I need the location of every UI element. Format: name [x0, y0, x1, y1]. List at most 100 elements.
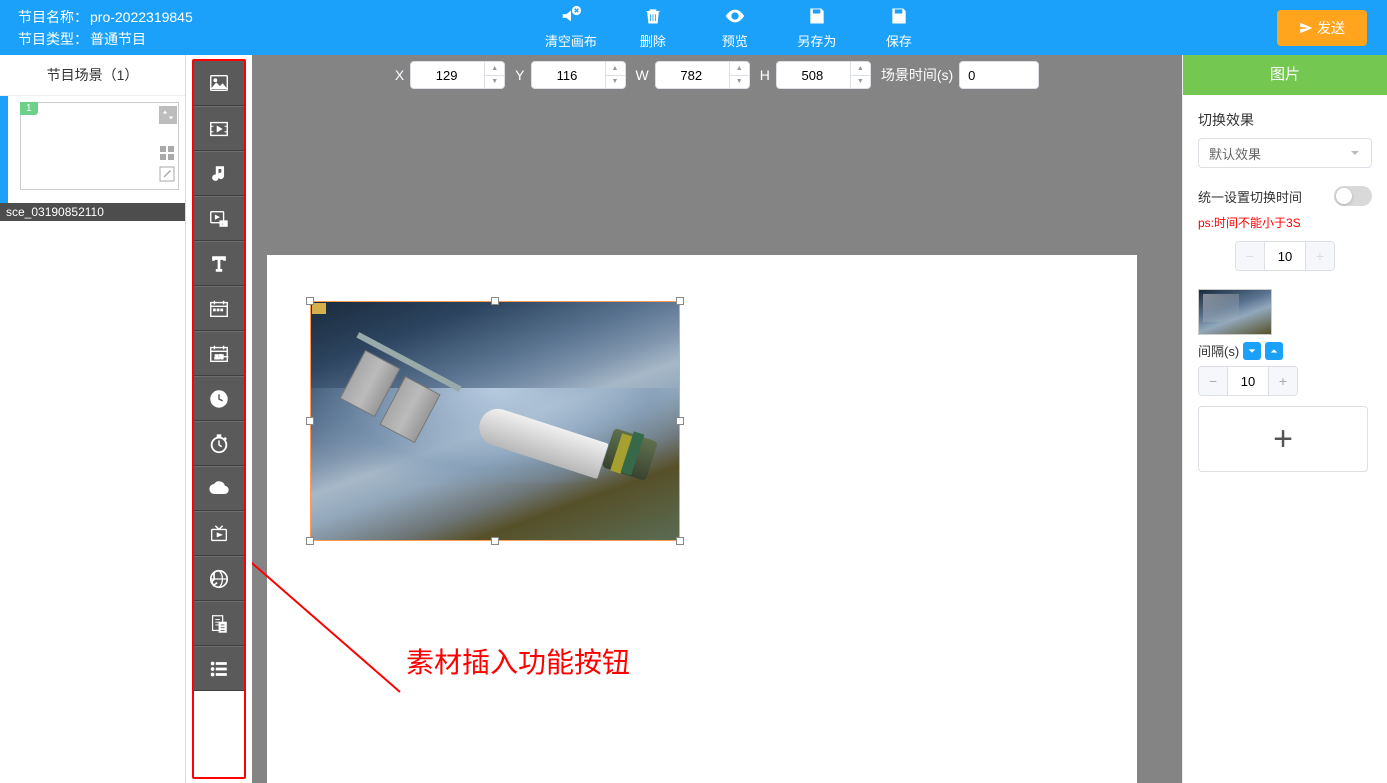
y-label: Y [515, 67, 524, 83]
chevron-down-icon [1349, 147, 1361, 159]
move-down-button[interactable] [1243, 342, 1261, 360]
time-input[interactable] [1264, 242, 1306, 270]
placed-image [311, 302, 679, 540]
floppy-icon [885, 5, 913, 27]
preview-label: 预览 [722, 31, 748, 50]
w-up[interactable]: ▲ [730, 62, 749, 76]
unified-time-label: 统一设置切换时间 [1198, 187, 1302, 206]
insert-stopwatch-button[interactable] [194, 421, 244, 466]
insert-weather-button[interactable] [194, 466, 244, 511]
selected-element[interactable] [310, 301, 680, 541]
time-decrease[interactable]: − [1236, 242, 1264, 270]
insert-web-button[interactable] [194, 556, 244, 601]
send-icon [1299, 21, 1313, 35]
scene-item[interactable]: 1 [0, 95, 185, 203]
program-type-value: 普通节目 [90, 28, 146, 50]
clear-label: 清空画布 [545, 31, 597, 50]
insert-document-button[interactable] [194, 601, 244, 646]
resize-handle-bm[interactable] [491, 537, 499, 545]
top-toolbar: 节目名称： pro-2022319845 节目类型： 普通节目 清空画布 删除 … [0, 0, 1387, 55]
h-label: H [760, 67, 770, 83]
send-label: 发送 [1317, 18, 1345, 38]
interval-input[interactable] [1227, 367, 1269, 395]
insert-video-button[interactable] [194, 106, 244, 151]
resize-handle-br[interactable] [676, 537, 684, 545]
min-time-note: ps:时间不能小于3S [1198, 214, 1372, 231]
x-down[interactable]: ▼ [485, 76, 504, 89]
insert-clock-button[interactable] [194, 376, 244, 421]
switch-effect-label: 切换效果 [1198, 110, 1372, 130]
time-stepper[interactable]: − + [1235, 241, 1335, 271]
preview-button[interactable]: 预览 [709, 5, 761, 50]
interval-decrease[interactable]: − [1199, 367, 1227, 395]
edit-icon[interactable] [159, 166, 177, 184]
x-label: X [395, 67, 404, 83]
plus-icon: + [1273, 420, 1293, 459]
scene-panel: 节目场景（1） 1 sce_03190852110 [0, 55, 186, 783]
scene-list-header: 节目场景（1） [0, 55, 185, 95]
interval-stepper[interactable]: − + [1198, 366, 1298, 396]
resize-handle-mr[interactable] [676, 417, 684, 425]
program-type-label: 节目类型： [18, 28, 88, 50]
scene-time-label: 场景时间(s) [881, 65, 953, 85]
delete-button[interactable]: 删除 [627, 5, 679, 50]
program-name-label: 节目名称： [18, 6, 88, 28]
interval-increase[interactable]: + [1269, 367, 1297, 395]
resize-handle-ml[interactable] [306, 417, 314, 425]
eye-icon [721, 5, 749, 27]
insert-image-button[interactable] [194, 61, 244, 106]
insert-week-calendar-button[interactable]: 星期一 [194, 331, 244, 376]
delete-label: 删除 [640, 31, 666, 50]
canvas-zone: X ▲▼ Y ▲▼ W ▲▼ H [252, 55, 1182, 783]
interval-label: 间隔(s) [1198, 341, 1239, 360]
resize-handle-tr[interactable] [676, 297, 684, 305]
send-button[interactable]: 发送 [1277, 10, 1367, 46]
annotation-text: 素材插入功能按钮 [406, 641, 630, 681]
floppy-icon [803, 5, 831, 27]
insert-list-button[interactable] [194, 646, 244, 691]
resize-handle-tm[interactable] [491, 297, 499, 305]
svg-text:星期一: 星期一 [214, 354, 228, 360]
x-up[interactable]: ▲ [485, 62, 504, 76]
time-increase[interactable]: + [1306, 242, 1334, 270]
y-down[interactable]: ▼ [606, 76, 625, 89]
insert-text-button[interactable] [194, 241, 244, 286]
h-up[interactable]: ▲ [851, 62, 870, 76]
insert-media-button[interactable] [194, 196, 244, 241]
w-down[interactable]: ▼ [730, 76, 749, 89]
resize-handle-bl[interactable] [306, 537, 314, 545]
sort-icon[interactable] [159, 106, 177, 124]
scene-time-input[interactable] [959, 61, 1039, 89]
save-as-button[interactable]: 另存为 [791, 5, 843, 50]
save-as-label: 另存为 [797, 31, 836, 50]
image-thumbnail[interactable] [1198, 289, 1272, 335]
save-label: 保存 [886, 31, 912, 50]
program-name-value: pro-2022319845 [90, 6, 193, 28]
save-button[interactable]: 保存 [873, 5, 925, 50]
move-up-button[interactable] [1265, 342, 1283, 360]
add-image-button[interactable]: + [1198, 406, 1368, 472]
w-label: W [636, 67, 649, 83]
program-info: 节目名称： pro-2022319845 节目类型： 普通节目 [0, 6, 193, 50]
resize-handle-tl[interactable] [306, 297, 314, 305]
properties-panel: 图片 切换效果 默认效果 统一设置切换时间 ps:时间不能小于3S − + [1182, 55, 1387, 783]
unified-time-toggle[interactable] [1334, 186, 1372, 206]
scene-thumb [20, 102, 179, 190]
y-up[interactable]: ▲ [606, 62, 625, 76]
insert-audio-button[interactable] [194, 151, 244, 196]
scene-name-label: sce_03190852110 [0, 203, 185, 221]
clear-canvas-button[interactable]: 清空画布 [545, 5, 597, 50]
switch-effect-value: 默认效果 [1209, 144, 1261, 163]
image-type-badge [312, 303, 326, 314]
grid-icon[interactable] [159, 145, 177, 163]
properties-title: 图片 [1183, 55, 1387, 95]
scene-number-badge: 1 [20, 102, 38, 115]
coordinate-bar: X ▲▼ Y ▲▼ W ▲▼ H [252, 55, 1182, 95]
trash-icon [639, 5, 667, 27]
h-down[interactable]: ▼ [851, 76, 870, 89]
insert-stream-button[interactable] [194, 511, 244, 556]
insert-calendar-button[interactable] [194, 286, 244, 331]
material-toolstrip: 星期一 [194, 61, 244, 691]
megaphone-x-icon [557, 5, 585, 27]
switch-effect-select[interactable]: 默认效果 [1198, 138, 1372, 168]
